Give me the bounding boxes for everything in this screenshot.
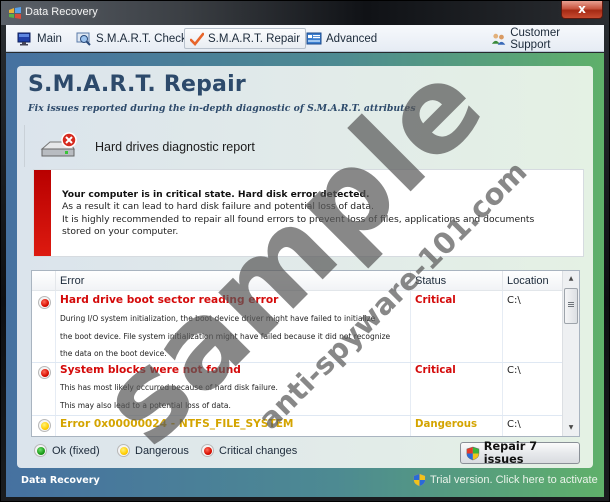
shield-icon <box>466 446 480 460</box>
error-location: C:\ <box>507 419 521 430</box>
menu-item-smart-repair[interactable]: S.M.A.R.T. Repair <box>184 28 307 49</box>
monitor-icon <box>17 32 31 45</box>
menu-label: S.M.A.R.T. Check <box>96 32 187 45</box>
repair-button-label: Repair 7 issues <box>483 440 538 466</box>
alert-headline: Your computer is in critical state. Hard… <box>62 189 370 200</box>
column-header-status[interactable]: Status <box>415 275 446 287</box>
critical-status-icon <box>38 366 51 379</box>
error-location: C:\ <box>507 295 521 306</box>
error-description-line: During I/O system initialization, the bo… <box>60 314 376 323</box>
column-separator <box>410 271 411 291</box>
alert-line: As a result it can lead to hard disk fai… <box>62 201 374 213</box>
divider <box>24 125 25 167</box>
error-title: Hard drive boot sector reading error <box>60 294 279 306</box>
errors-table: Error Status Location Hard drive boot se… <box>31 270 580 437</box>
scroll-down-arrow-icon[interactable]: ▼ <box>563 420 579 436</box>
menu-item-main[interactable]: Main <box>12 28 67 49</box>
critical-alert-box: Your computer is in critical state. Hard… <box>33 169 584 257</box>
statusbar-app-name: Data Recovery <box>21 475 100 486</box>
legend-label: Critical changes <box>219 444 298 457</box>
close-icon: x <box>578 2 586 16</box>
dangerous-status-icon <box>117 444 130 457</box>
activate-link-label: Trial version. Click here to activate <box>430 474 598 486</box>
page-subtitle: Fix issues reported during the in-depth … <box>28 103 416 114</box>
app-icon <box>9 7 21 19</box>
critical-status-icon <box>201 444 214 457</box>
column-separator <box>502 271 503 291</box>
legend-ok: Ok (fixed) <box>34 444 100 457</box>
alert-accent-bar <box>34 170 51 256</box>
table-scrollbar[interactable]: ▲ ▼ <box>562 271 579 436</box>
settings-window-icon <box>306 32 322 44</box>
dangerous-status-icon <box>38 419 51 432</box>
error-description-line: the data on the boot device. <box>60 349 167 358</box>
hard-drive-error-icon <box>40 132 77 157</box>
scroll-thumb[interactable] <box>564 288 578 324</box>
report-heading-label: Hard drives diagnostic report <box>95 140 255 154</box>
menu-item-customer-support[interactable]: Customer Support <box>486 26 604 51</box>
repair-issues-button[interactable]: Repair 7 issues <box>460 440 580 466</box>
critical-status-icon <box>38 296 51 309</box>
grip-icon <box>568 302 574 303</box>
app-window: Data Recovery x Main S.M.A.R.T. Check S.… <box>0 0 610 502</box>
report-heading: Hard drives diagnostic report <box>39 132 255 162</box>
menu-item-smart-check[interactable]: S.M.A.R.T. Check <box>71 28 192 49</box>
legend-label: Ok (fixed) <box>52 444 100 457</box>
legend-critical: Critical changes <box>201 444 297 457</box>
table-row[interactable]: System blocks were not found This has mo… <box>32 363 563 416</box>
menu-label: Customer Support <box>510 26 561 51</box>
menu-label: Advanced <box>326 32 378 45</box>
error-description-line: the boot device. File system initializat… <box>60 331 391 341</box>
close-button[interactable]: x <box>561 1 603 19</box>
column-header-location[interactable]: Location <box>507 275 549 287</box>
window-title: Data Recovery <box>25 6 98 18</box>
table-header: Error Status Location <box>32 271 563 291</box>
error-status: Dangerous <box>415 419 478 430</box>
error-title: System blocks were not found <box>60 364 241 376</box>
error-title: Error 0x00000024 - NTFS_FILE_SYSTEM <box>60 418 294 430</box>
error-status: Critical <box>415 365 456 376</box>
error-location: C:\ <box>507 365 521 376</box>
checkmark-icon <box>190 32 204 46</box>
error-description-line: This may also lead to a potential loss o… <box>60 400 231 410</box>
error-description-line: This has most likely occurred because of… <box>60 383 278 392</box>
title-bar[interactable]: Data Recovery x <box>1 1 609 25</box>
menu-item-advanced[interactable]: Advanced <box>301 28 382 49</box>
ok-status-icon <box>34 444 47 457</box>
users-icon <box>491 33 506 45</box>
alert-line: stored on your computer. <box>62 226 179 238</box>
magnifier-icon <box>76 32 91 46</box>
table-row[interactable]: Hard drive boot sector reading error Dur… <box>32 292 563 363</box>
menu-label: Main <box>37 32 62 45</box>
menu-bar: Main S.M.A.R.T. Check S.M.A.R.T. Repair <box>6 25 604 52</box>
legend-dangerous: Dangerous <box>117 444 189 457</box>
column-header-error[interactable]: Error <box>60 275 84 287</box>
scroll-up-arrow-icon[interactable]: ▲ <box>563 271 579 287</box>
alert-line: It is highly recommended to repair all f… <box>62 213 535 225</box>
legend-label: Dangerous <box>135 444 189 457</box>
column-separator <box>55 271 56 291</box>
error-status: Critical <box>415 295 456 306</box>
page-title: S.M.A.R.T. Repair <box>28 72 246 97</box>
table-row[interactable]: Error 0x00000024 - NTFS_FILE_SYSTEM Dang… <box>32 416 563 436</box>
menu-label: S.M.A.R.T. Repair <box>208 32 301 45</box>
activate-link[interactable]: Trial version. Click here to activate <box>413 473 598 487</box>
uac-shield-icon <box>413 473 426 487</box>
